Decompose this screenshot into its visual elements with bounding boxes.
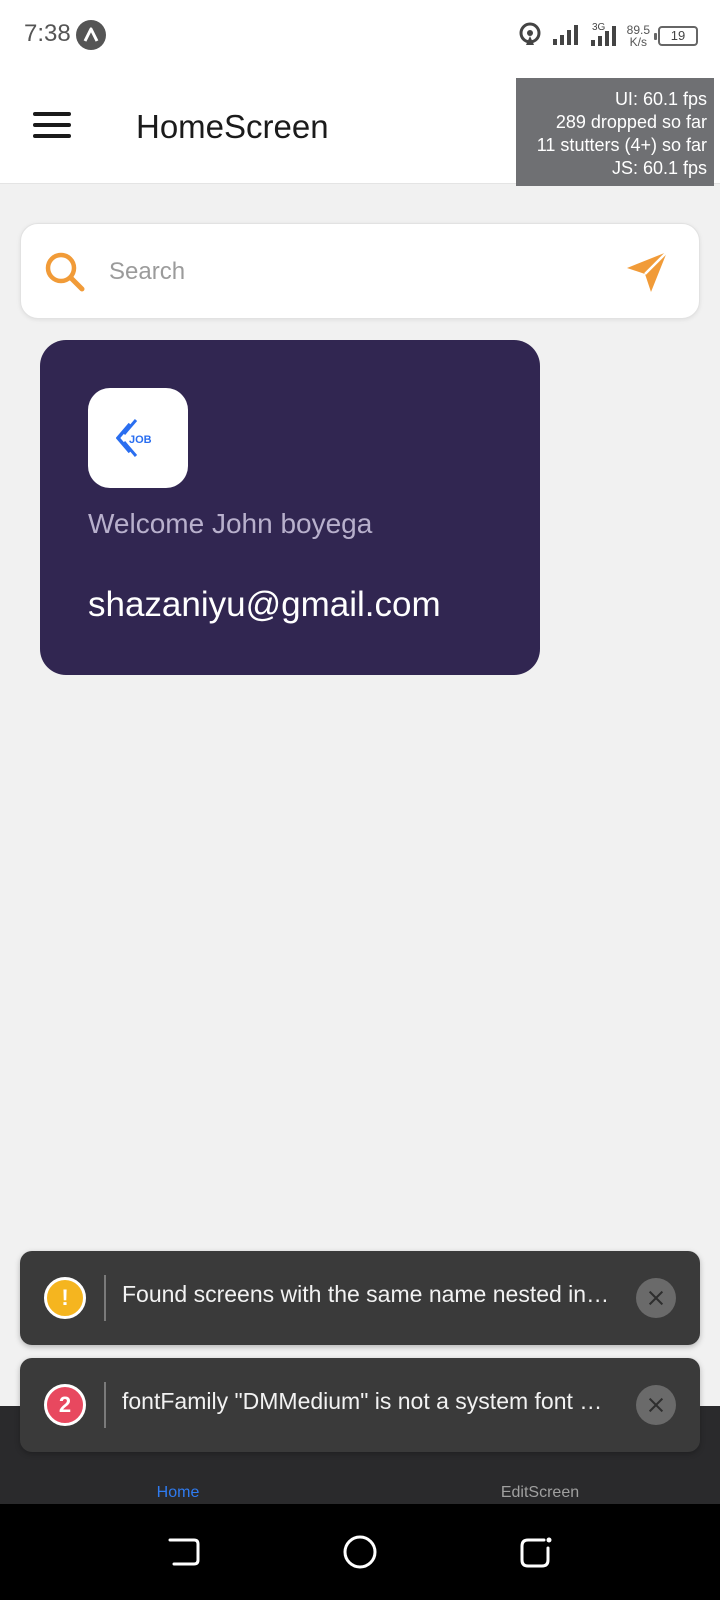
status-bar: 7:38 3G 89.5 K/s 19 bbox=[0, 0, 720, 72]
hotspot-icon bbox=[517, 21, 543, 52]
search-icon bbox=[43, 250, 87, 294]
system-nav-bar bbox=[0, 1504, 720, 1600]
back-icon[interactable] bbox=[164, 1532, 204, 1572]
close-icon[interactable] bbox=[636, 1385, 676, 1425]
search-input[interactable] bbox=[109, 246, 609, 298]
error-log-toast[interactable]: 2 fontFamily "DMMedium" is not a system … bbox=[20, 1358, 700, 1452]
perf-dropped: 289 dropped so far bbox=[555, 112, 707, 132]
toast-divider bbox=[104, 1382, 106, 1428]
net-speed-unit: K/s bbox=[629, 35, 647, 49]
send-icon[interactable] bbox=[623, 248, 671, 296]
perf-js-fps: JS: 60.1 fps bbox=[611, 158, 707, 178]
battery-icon: 19 bbox=[654, 26, 698, 46]
signal-icon bbox=[551, 22, 581, 51]
signal-3g-icon: 3G bbox=[589, 20, 619, 53]
tab-home-label: Home bbox=[156, 1484, 200, 1501]
close-icon[interactable] bbox=[636, 1278, 676, 1318]
perf-monitor-overlay: UI: 60.1 fps 289 dropped so far 11 stutt… bbox=[516, 78, 714, 186]
warning-message: Found screens with the same name nested … bbox=[122, 1281, 610, 1307]
status-time: 7:38 bbox=[24, 20, 71, 47]
recent-apps-icon[interactable] bbox=[516, 1532, 556, 1572]
error-message: fontFamily "DMMedium" is not a system fo… bbox=[122, 1388, 603, 1414]
perf-stutters: 11 stutters (4+) so far bbox=[536, 135, 707, 155]
welcome-message: Welcome John boyega bbox=[88, 508, 373, 539]
welcome-card: JOB Welcome John boyega shazaniyu@gmail.… bbox=[40, 340, 540, 675]
toast-divider bbox=[104, 1275, 106, 1321]
error-count-badge: 2 bbox=[44, 1384, 86, 1426]
warning-log-toast[interactable]: ! Found screens with the same name neste… bbox=[20, 1251, 700, 1345]
user-email: shazaniyu@gmail.com bbox=[88, 585, 441, 624]
page-title: HomeScreen bbox=[136, 108, 329, 145]
app-screen: 7:38 3G 89.5 K/s 19 HomeScreen UI: 60.1 … bbox=[0, 0, 720, 1600]
status-icons: 3G 89.5 K/s 19 bbox=[517, 18, 698, 54]
job-logo-text: JOB bbox=[129, 434, 152, 446]
expo-notification-icon bbox=[76, 20, 106, 50]
hamburger-menu-icon[interactable] bbox=[33, 112, 71, 142]
network-type-label: 3G bbox=[592, 22, 606, 33]
search-bar bbox=[20, 223, 700, 319]
job-logo-icon: JOB bbox=[116, 419, 152, 457]
net-speed: 89.5 K/s bbox=[627, 24, 650, 48]
tab-editscreen-label: EditScreen bbox=[500, 1484, 580, 1501]
perf-ui-fps: UI: 60.1 fps bbox=[614, 89, 707, 109]
home-circle-icon[interactable] bbox=[340, 1532, 380, 1572]
job-logo: JOB bbox=[88, 388, 188, 488]
warning-badge-icon: ! bbox=[44, 1277, 86, 1319]
